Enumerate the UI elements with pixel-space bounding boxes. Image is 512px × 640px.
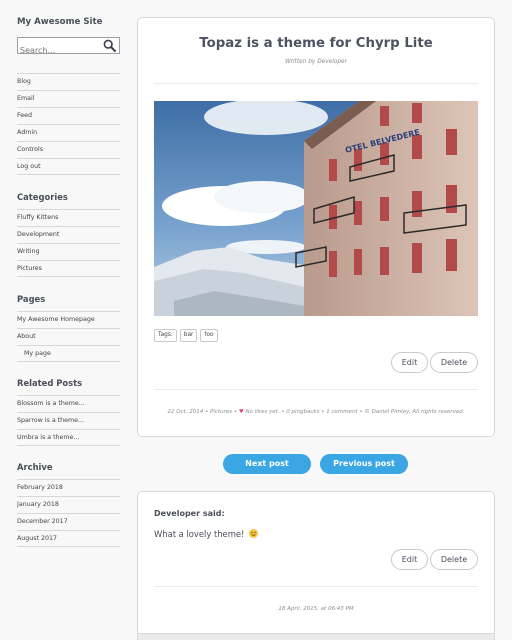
edit-post-button[interactable]: Edit (391, 352, 428, 373)
related-posts-list: Blossom is a theme... Sparrow is a theme… (17, 395, 120, 446)
post-meta: 22 Oct, 2014 • Pictures • ♥ No likes yet… (167, 409, 465, 415)
pages-heading: Pages (17, 294, 46, 304)
comment-date[interactable]: 18 April, 2015, at 06:43 PM (138, 606, 494, 612)
tag-bar[interactable]: bar (179, 329, 198, 342)
tag-foo[interactable]: foo (200, 329, 218, 342)
post-comments[interactable]: 1 comment (326, 409, 357, 415)
comment-form-edge (138, 633, 494, 640)
page-item[interactable]: About (17, 328, 120, 345)
divider (154, 389, 478, 390)
categories-list: Fluffy Kittens Development Writing Pictu… (17, 209, 120, 277)
comment-card: Developer said: What a lovely theme! Edi… (137, 491, 495, 640)
tags-label: Tags: (154, 329, 177, 342)
divider (154, 83, 478, 84)
archive-item[interactable]: February 2018 (17, 479, 120, 496)
category-item[interactable]: Fluffy Kittens (17, 209, 120, 226)
post-tags: Tags: bar foo (154, 329, 218, 342)
archive-item[interactable]: December 2017 (17, 513, 120, 530)
related-post-item[interactable]: Sparrow is a theme... (17, 412, 120, 429)
post-pingbacks[interactable]: 0 pingbacks (286, 409, 319, 415)
next-post-button[interactable]: Next post (223, 454, 311, 474)
archive-item[interactable]: August 2017 (17, 530, 120, 547)
page-item[interactable]: My Awesome Homepage (17, 311, 120, 328)
archive-heading: Archive (17, 462, 53, 472)
post-copyright: © Daniel Pimley, All rights reserved. (364, 409, 465, 415)
comment-text: What a lovely theme! (154, 529, 245, 539)
search-input[interactable] (18, 43, 102, 58)
related-post-item[interactable]: Blossom is a theme... (17, 395, 120, 412)
sidebar-links: Blog Email Feed Admin Controls Log out (17, 73, 120, 175)
post-category[interactable]: Pictures (210, 409, 232, 415)
delete-comment-button[interactable]: Delete (430, 549, 478, 570)
slightly-smiling-face-icon (249, 529, 259, 538)
sidebar-link-logout[interactable]: Log out (17, 158, 120, 175)
post-photo: OTEL BELVEDERE (154, 101, 478, 316)
comment-text-row: What a lovely theme! (154, 529, 259, 539)
related-posts-heading: Related Posts (17, 378, 83, 388)
comment-author: Developer said: (154, 509, 225, 518)
sidebar: My Awesome Site Blog Email Feed Admin Co… (17, 16, 120, 547)
post-title[interactable]: Topaz is a theme for Chyrp Lite (138, 36, 494, 51)
previous-post-button[interactable]: Previous post (320, 454, 408, 474)
heart-icon[interactable]: ♥ (239, 409, 244, 415)
sidebar-link-admin[interactable]: Admin (17, 124, 120, 141)
archive-list: February 2018 January 2018 December 2017… (17, 479, 120, 547)
search-icon[interactable] (103, 39, 116, 52)
category-item[interactable]: Writing (17, 243, 120, 260)
post-card: Topaz is a theme for Chyrp Lite Written … (137, 17, 495, 437)
post-likes: No likes yet. (245, 409, 280, 415)
edit-comment-button[interactable]: Edit (391, 549, 428, 570)
pages-list: My Awesome Homepage About My page (17, 311, 120, 362)
post-author: Written by Developer (284, 59, 348, 65)
sidebar-link-feed[interactable]: Feed (17, 107, 120, 124)
post-date[interactable]: 22 Oct, 2014 (168, 409, 204, 415)
category-item[interactable]: Development (17, 226, 120, 243)
category-item[interactable]: Pictures (17, 260, 120, 277)
sidebar-link-blog[interactable]: Blog (17, 73, 120, 90)
categories-heading: Categories (17, 192, 68, 202)
delete-post-button[interactable]: Delete (430, 352, 478, 373)
page-item-child[interactable]: My page (17, 345, 120, 362)
related-post-item[interactable]: Umbra is a theme... (17, 429, 120, 446)
divider (154, 586, 478, 587)
search-box (17, 37, 120, 58)
sidebar-link-email[interactable]: Email (17, 90, 120, 107)
sidebar-link-controls[interactable]: Controls (17, 141, 120, 158)
site-title[interactable]: My Awesome Site (17, 16, 120, 28)
archive-item[interactable]: January 2018 (17, 496, 120, 513)
